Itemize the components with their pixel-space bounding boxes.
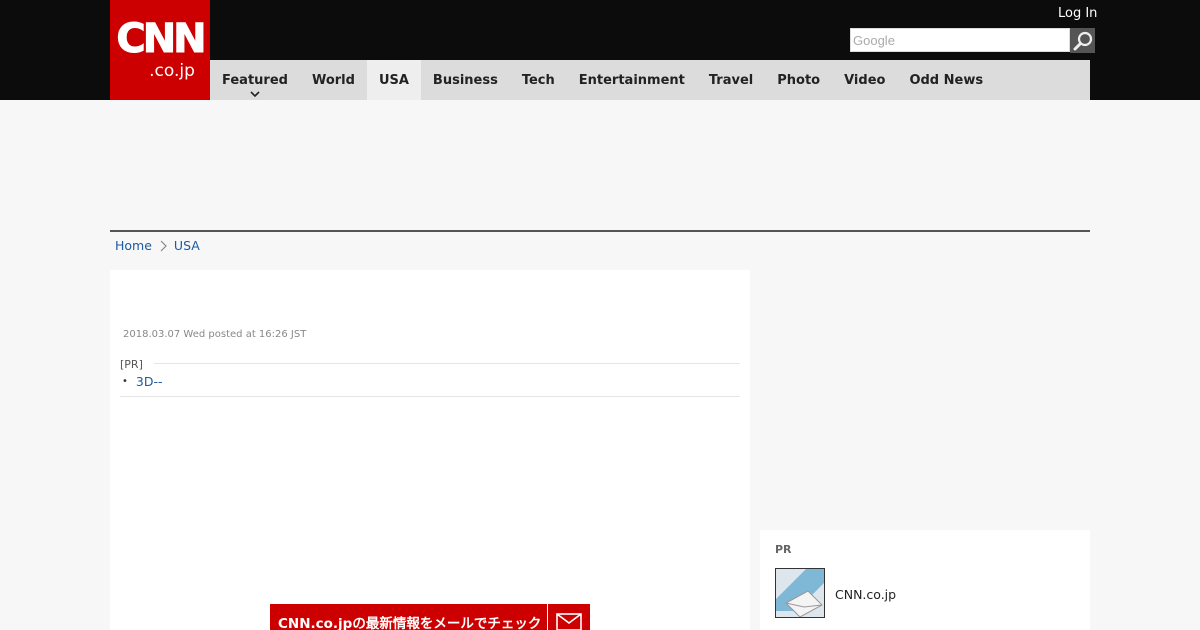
thumbnail-graphic [776,569,824,617]
search-icon [1073,31,1092,50]
chevron-right-icon [160,240,167,251]
nav-entertainment-label: Entertainment [578,72,685,88]
top-bar: CNN .co.jp Log In Featured World USA Bus… [0,0,1200,100]
breadcrumb: Home USA [115,238,200,253]
nav-entertainment[interactable]: Entertainment [567,60,697,100]
search-button[interactable] [1070,28,1095,53]
breadcrumb-usa[interactable]: USA [174,238,200,253]
breadcrumb-home[interactable]: Home [115,238,152,253]
article-card: 2018.03.07 Wed posted at 16:26 JST [PR] … [110,270,750,630]
ad-space [110,100,1090,230]
nav-video[interactable]: Video [832,60,897,100]
mail-icon-box [548,604,590,630]
pr-list-item: • 3D-- [122,374,163,389]
bullet-icon: • [122,376,128,387]
envelope-icon [556,613,582,630]
cnn-logo[interactable]: CNN .co.jp [110,0,210,100]
header-divider [110,230,1090,232]
nav-odd-news-label: Odd News [909,72,984,88]
search-input[interactable] [850,28,1070,52]
nav-usa-label: USA [378,72,409,88]
nav-world[interactable]: World [300,60,367,100]
posted-timestamp: 2018.03.07 Wed posted at 16:26 JST [123,329,307,340]
nav-photo-label: Photo [777,72,821,88]
nav-photo[interactable]: Photo [765,60,832,100]
logo-main-text: CNN [116,16,207,62]
pr-divider-bottom [120,396,740,397]
nav-video-label: Video [844,72,886,88]
nav-world-label: World [311,72,355,88]
nav-featured-label: Featured [222,72,288,88]
nav-business[interactable]: Business [421,60,510,100]
email-thumbnail-icon[interactable] [775,568,825,618]
mail-signup-banner[interactable]: CNN.co.jpの最新情報をメールでチェック [270,604,590,630]
mail-banner-text: CNN.co.jpの最新情報をメールでチェック [270,604,548,630]
login-link[interactable]: Log In [1058,6,1097,21]
pr-label: [PR] [120,358,143,371]
sidebar-pr-card: PR CNN.co.jp [760,530,1090,630]
main-nav: Featured World USA Business Tech Enterta… [210,60,1090,100]
nav-travel-label: Travel [708,72,754,88]
sidebar-pr-label: PR [775,543,792,556]
chevron-down-icon [250,91,260,97]
nav-tech-label: Tech [521,72,555,88]
sidebar-pr-link[interactable]: CNN.co.jp [835,587,896,602]
nav-odd-news[interactable]: Odd News [897,60,995,100]
logo-sub-text: .co.jp [149,61,195,81]
pr-link[interactable]: 3D-- [136,374,163,389]
pr-divider-top [154,363,740,364]
nav-usa[interactable]: USA [366,60,421,100]
nav-featured[interactable]: Featured [210,60,300,100]
nav-travel[interactable]: Travel [697,60,765,100]
nav-tech[interactable]: Tech [510,60,567,100]
nav-business-label: Business [432,72,498,88]
